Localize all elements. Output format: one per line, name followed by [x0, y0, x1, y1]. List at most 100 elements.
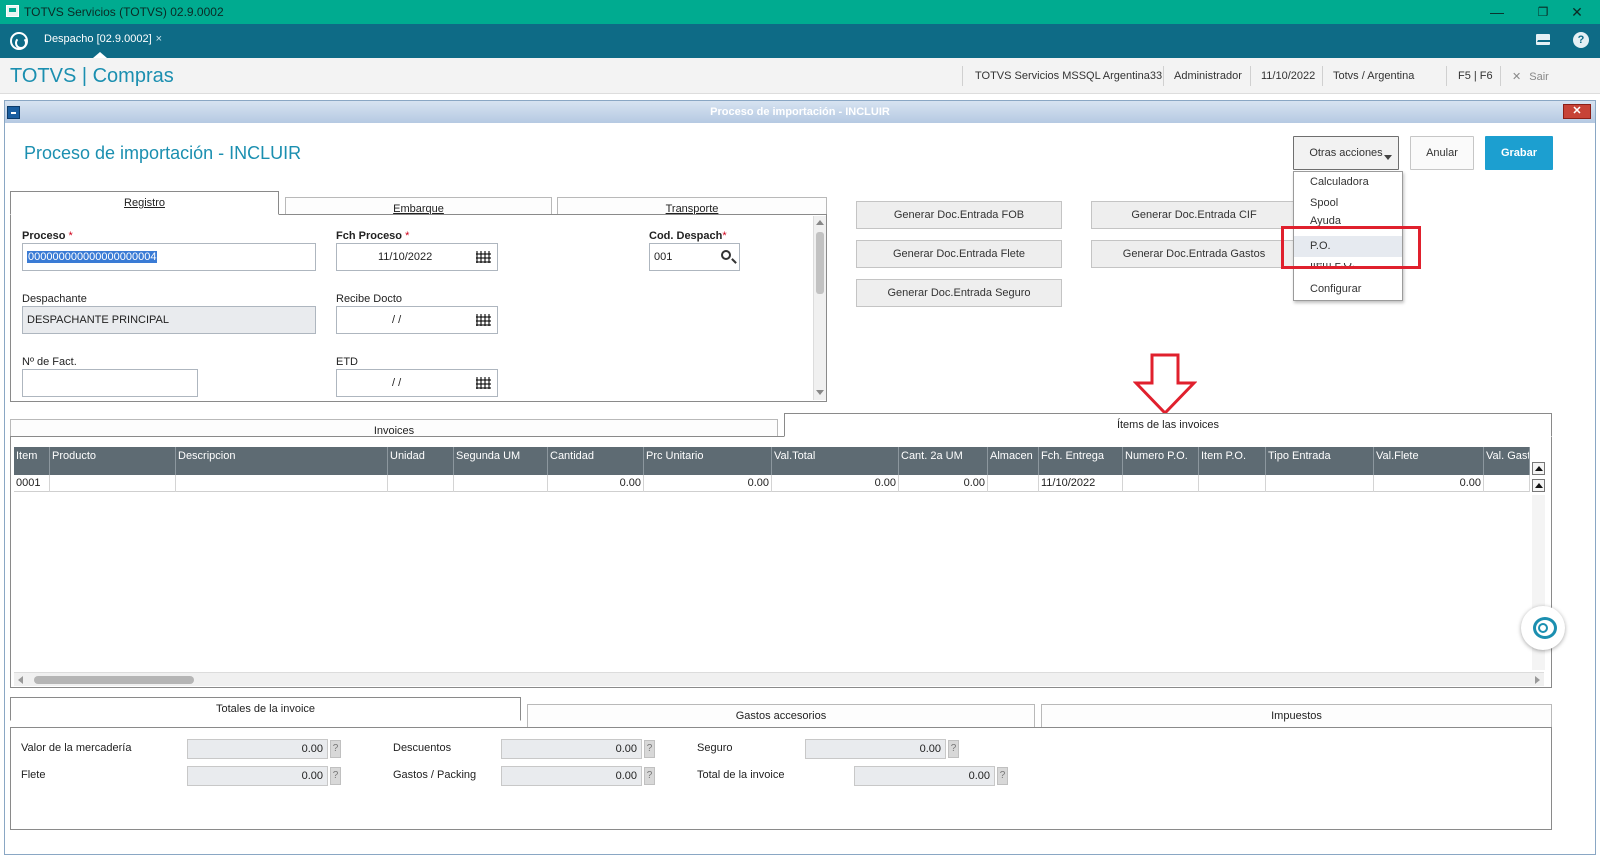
scroll-left-icon[interactable]: [18, 676, 23, 684]
cell-producto[interactable]: [50, 475, 176, 492]
etd-field[interactable]: / /: [336, 369, 498, 397]
proceso-field[interactable]: 000000000000000000004: [22, 243, 316, 271]
gen-doc-gastos-button[interactable]: Generar Doc.Entrada Gastos: [1091, 240, 1297, 268]
calendar-icon[interactable]: [476, 251, 491, 263]
cell-item[interactable]: 0001: [14, 475, 50, 492]
nro-fact-field[interactable]: [22, 369, 198, 397]
descuentos-field[interactable]: 0.00: [501, 739, 642, 759]
divider: [1250, 66, 1251, 86]
scroll-thumb[interactable]: [816, 232, 824, 294]
help-icon[interactable]: ?: [1573, 32, 1589, 48]
cell-val-total[interactable]: 0.00: [772, 475, 899, 492]
menu-item-configurar[interactable]: Configurar: [1294, 279, 1402, 300]
valor-mercaderia-field[interactable]: 0.00: [187, 739, 328, 759]
cell-fch-entrega[interactable]: 11/10/2022: [1039, 475, 1123, 492]
close-tab-icon[interactable]: ×: [156, 33, 162, 45]
gen-doc-fob-button[interactable]: Generar Doc.Entrada FOB: [856, 201, 1062, 229]
company-info[interactable]: Totvs / Argentina: [1333, 70, 1414, 82]
help-icon[interactable]: ?: [330, 767, 341, 785]
tab-totales-invoice[interactable]: Totales de la invoice: [10, 697, 521, 721]
etd-label: ETD: [336, 356, 358, 368]
recibe-docto-field[interactable]: / /: [336, 306, 498, 334]
seguro-field[interactable]: 0.00: [805, 739, 946, 759]
help-icon[interactable]: ?: [644, 767, 655, 785]
col-header[interactable]: Val.Total: [772, 447, 899, 475]
cell-unidad[interactable]: [388, 475, 454, 492]
cancel-button[interactable]: Anular: [1410, 136, 1474, 170]
col-header[interactable]: Unidad: [388, 447, 454, 475]
gen-doc-seguro-button[interactable]: Generar Doc.Entrada Seguro: [856, 279, 1062, 307]
save-button[interactable]: Grabar: [1485, 136, 1553, 170]
cell-almacen[interactable]: [988, 475, 1039, 492]
window-title: TOTVS Servicios (TOTVS) 02.9.0002: [24, 5, 224, 19]
cell-segunda-um[interactable]: [454, 475, 548, 492]
exit-button[interactable]: ✕ Sair: [1512, 70, 1549, 83]
app-tab-bar: Despacho [02.9.0002] × ?: [0, 24, 1600, 58]
other-actions-button[interactable]: Otras acciones: [1293, 136, 1399, 170]
help-icon[interactable]: ?: [948, 740, 959, 758]
cell-numero-po[interactable]: [1123, 475, 1199, 492]
col-header[interactable]: Item P.O.: [1199, 447, 1266, 475]
gen-doc-flete-button[interactable]: Generar Doc.Entrada Flete: [856, 240, 1062, 268]
scroll-up-icon[interactable]: [816, 220, 824, 225]
exit-label: Sair: [1529, 71, 1549, 83]
cell-val-gast[interactable]: [1484, 475, 1530, 492]
form-vertical-scrollbar[interactable]: [813, 216, 826, 400]
grid-horizontal-scrollbar[interactable]: [14, 672, 1544, 686]
col-header[interactable]: Val.Flete: [1374, 447, 1484, 475]
col-header[interactable]: Cant. 2a UM: [899, 447, 988, 475]
col-header[interactable]: Item: [14, 447, 50, 475]
calendar-icon[interactable]: [476, 377, 491, 389]
chat-assistant-icon[interactable]: [1521, 606, 1565, 650]
fch-proceso-field[interactable]: 11/10/2022: [336, 243, 498, 271]
cell-descripcion[interactable]: [176, 475, 388, 492]
mail-icon[interactable]: [1536, 34, 1550, 45]
scroll-top-icon[interactable]: [1532, 462, 1545, 475]
shortcut-keys[interactable]: F5 | F6: [1458, 70, 1493, 82]
help-icon[interactable]: ?: [997, 767, 1008, 785]
cod-despach-field[interactable]: 001: [649, 243, 740, 271]
cell-cant-2a-um[interactable]: 0.00: [899, 475, 988, 492]
cell-cantidad[interactable]: 0.00: [548, 475, 644, 492]
col-header[interactable]: Producto: [50, 447, 176, 475]
tab-gastos-accesorios[interactable]: Gastos accesorios: [527, 704, 1035, 728]
col-header[interactable]: Prc Unitario: [644, 447, 772, 475]
tab-registro[interactable]: Registro: [10, 191, 279, 215]
minimize-icon[interactable]: —: [1474, 2, 1520, 22]
col-header[interactable]: Val. Gast: [1484, 447, 1530, 475]
cell-val-flete[interactable]: 0.00: [1374, 475, 1484, 492]
despachante-field[interactable]: DESPACHANTE PRINCIPAL: [22, 306, 316, 334]
col-header[interactable]: Numero P.O.: [1123, 447, 1199, 475]
tab-invoice-items[interactable]: Ítems de las invoices: [784, 413, 1552, 437]
col-header[interactable]: Tipo Entrada: [1266, 447, 1374, 475]
scroll-right-icon[interactable]: [1535, 676, 1540, 684]
search-icon[interactable]: [721, 250, 731, 260]
scroll-down-icon[interactable]: [816, 390, 824, 395]
cell-tipo-entrada[interactable]: [1266, 475, 1374, 492]
flete-field[interactable]: 0.00: [187, 766, 328, 786]
dialog-close-icon[interactable]: ✕: [1563, 104, 1591, 119]
dialog-minimize-icon[interactable]: [7, 106, 20, 119]
scroll-thumb[interactable]: [34, 676, 194, 684]
col-header[interactable]: Almacen: [988, 447, 1039, 475]
scroll-up-icon[interactable]: [1532, 479, 1545, 492]
total-invoice-field[interactable]: 0.00: [854, 766, 995, 786]
help-icon[interactable]: ?: [644, 740, 655, 758]
menu-item-spool[interactable]: Spool: [1294, 193, 1402, 214]
help-icon[interactable]: ?: [330, 740, 341, 758]
table-row[interactable]: 0001 0.00 0.00 0.00 0.00 11/10/2022 0.00: [14, 475, 1530, 492]
menu-item-ayuda[interactable]: Ayuda: [1294, 214, 1402, 226]
gen-doc-cif-button[interactable]: Generar Doc.Entrada CIF: [1091, 201, 1297, 229]
col-header[interactable]: Segunda UM: [454, 447, 548, 475]
tab-impuestos[interactable]: Impuestos: [1041, 704, 1552, 728]
cell-item-po[interactable]: [1199, 475, 1266, 492]
menu-item-calculadora[interactable]: Calculadora: [1294, 172, 1402, 193]
calendar-icon[interactable]: [476, 314, 491, 326]
col-header[interactable]: Descripcion: [176, 447, 388, 475]
close-window-icon[interactable]: ✕: [1554, 2, 1600, 22]
col-header[interactable]: Cantidad: [548, 447, 644, 475]
col-header[interactable]: Fch. Entrega: [1039, 447, 1123, 475]
totvs-logo-icon[interactable]: [10, 32, 28, 50]
cell-prc-unitario[interactable]: 0.00: [644, 475, 772, 492]
gastos-packing-field[interactable]: 0.00: [501, 766, 642, 786]
